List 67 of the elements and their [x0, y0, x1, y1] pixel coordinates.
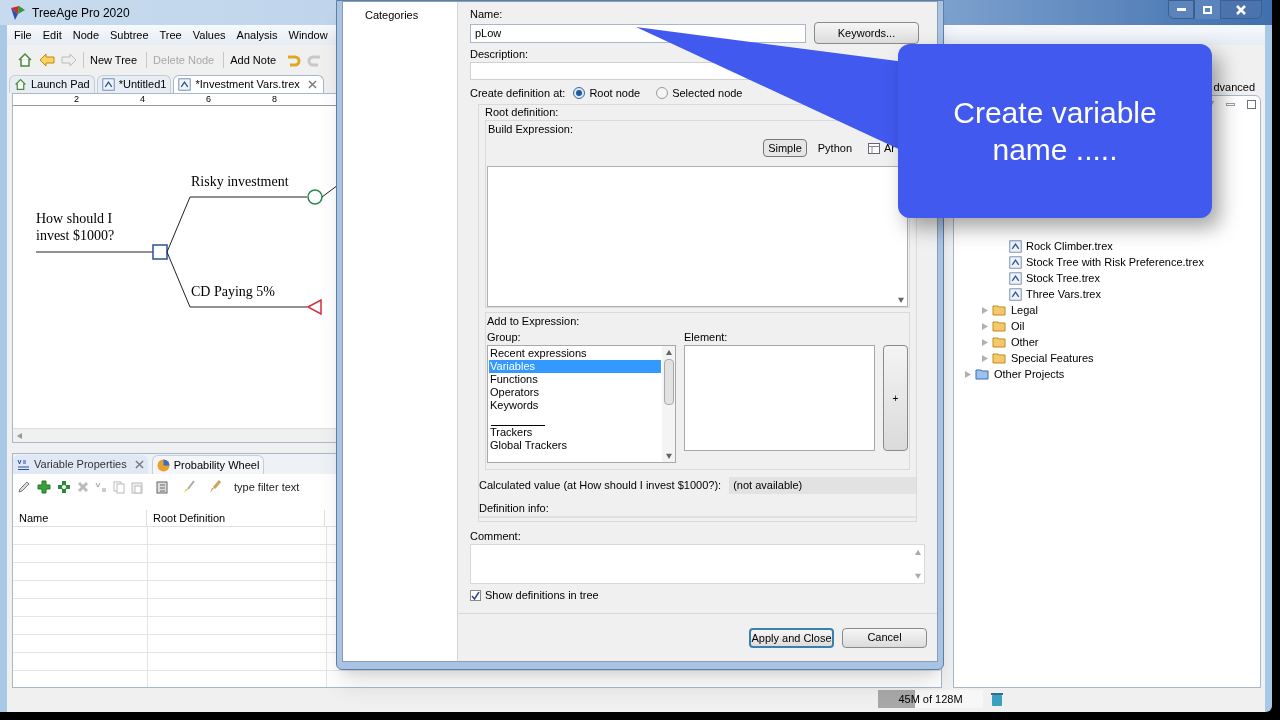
editor-tab[interactable]: *Untitled1: [96, 75, 172, 93]
folder-name[interactable]: Legal: [1011, 302, 1038, 318]
file-name[interactable]: Stock Tree.trex: [1026, 270, 1100, 286]
radio-label[interactable]: Root node: [589, 84, 641, 102]
menu-item[interactable]: File: [14, 26, 32, 44]
folder-name[interactable]: Oil: [1011, 318, 1025, 334]
add-button[interactable]: +: [883, 345, 908, 451]
field-label: Create definition at:: [470, 85, 566, 101]
view-tab[interactable]: dvanced: [1213, 78, 1255, 95]
group-label: Build Expression:: [487, 122, 574, 137]
field-label: Name:: [470, 7, 504, 22]
ruler-label: 6: [205, 95, 211, 104]
keywords-button[interactable]: Keywords...: [814, 22, 919, 44]
menu-item[interactable]: Node: [72, 26, 99, 44]
toolbar-button[interactable]: Add Note: [223, 51, 280, 69]
group-item[interactable]: Functions: [489, 373, 661, 386]
field-label: Calculated value (at How should I invest $1000?):: [479, 478, 722, 494]
mode-tab[interactable]: Python: [812, 139, 857, 157]
name-field[interactable]: pLow: [470, 23, 806, 43]
group-item[interactable]: Keywords: [489, 399, 661, 412]
group-item[interactable]: Trackers: [489, 426, 661, 439]
menu-item[interactable]: Edit: [42, 26, 62, 44]
menu-item[interactable]: Subtree: [110, 26, 149, 44]
apply-button[interactable]: Apply and Close: [749, 627, 834, 648]
mode-tab[interactable]: Simple: [763, 139, 807, 157]
editor-tab[interactable]: Launch Pad: [9, 75, 95, 93]
folder-name[interactable]: Special Features: [1011, 350, 1094, 366]
file-name[interactable]: Three Vars.trex: [1026, 286, 1101, 302]
file-name[interactable]: Rock Climber.trex: [1026, 238, 1113, 254]
field-label: Element:: [684, 330, 729, 345]
panel-tab[interactable]: Variable Properties: [13, 455, 148, 474]
calculated-value: (not available): [729, 477, 916, 494]
panel-tab[interactable]: Probability Wheel: [151, 455, 265, 474]
field-label: Description:: [470, 47, 530, 62]
folder-name[interactable]: Other Projects: [994, 366, 1065, 382]
group-item[interactable]: Recent expressions: [489, 347, 661, 360]
category-item[interactable]: Categories: [365, 7, 457, 23]
ruler-label: 8: [271, 95, 277, 104]
cancel-button[interactable]: Cancel: [842, 627, 927, 648]
ruler-label: 4: [139, 95, 145, 104]
node-label: How should I invest $1000?: [36, 210, 116, 244]
branch-label: CD Paying 5%: [191, 283, 275, 300]
toolbar-button[interactable]: New Tree: [83, 51, 141, 69]
ruler-label: 2: [73, 95, 79, 104]
column-header[interactable]: Root Definition: [147, 510, 325, 526]
column-header[interactable]: Name: [13, 510, 147, 526]
group-list[interactable]: Recent expressions Variables Functions Operators Keywords Trackers Global Trackers: [487, 345, 676, 463]
folder-name[interactable]: Other: [1011, 334, 1039, 350]
menu-item[interactable]: Values: [192, 26, 226, 44]
field-label: Definition info:: [479, 501, 550, 516]
menu-item[interactable]: Analysis: [236, 26, 278, 44]
group-label: Root definition:: [485, 105, 560, 120]
callout-text: Create variable name .....: [952, 95, 1158, 168]
branch-label: Risky investment: [191, 173, 289, 190]
field-label: Group:: [487, 330, 522, 345]
group-label: Add to Expression:: [487, 314, 581, 329]
memory-text: 45M of 128M: [898, 691, 963, 707]
checkbox-label[interactable]: Show definitions in tree: [485, 586, 599, 604]
menu-item[interactable]: Tree: [159, 26, 182, 44]
radio-label[interactable]: Selected node: [672, 84, 743, 102]
group-item[interactable]: Operators: [489, 386, 661, 399]
file-name[interactable]: Stock Tree with Risk Preference.trex: [1026, 254, 1204, 270]
field-label: Comment:: [470, 529, 522, 544]
window-title: TreeAge Pro 2020: [32, 4, 130, 22]
editor-tab[interactable]: *Investment Vars.trex: [173, 75, 324, 93]
group-item[interactable]: Global Trackers: [489, 439, 661, 452]
menu-item[interactable]: Window: [288, 26, 328, 44]
